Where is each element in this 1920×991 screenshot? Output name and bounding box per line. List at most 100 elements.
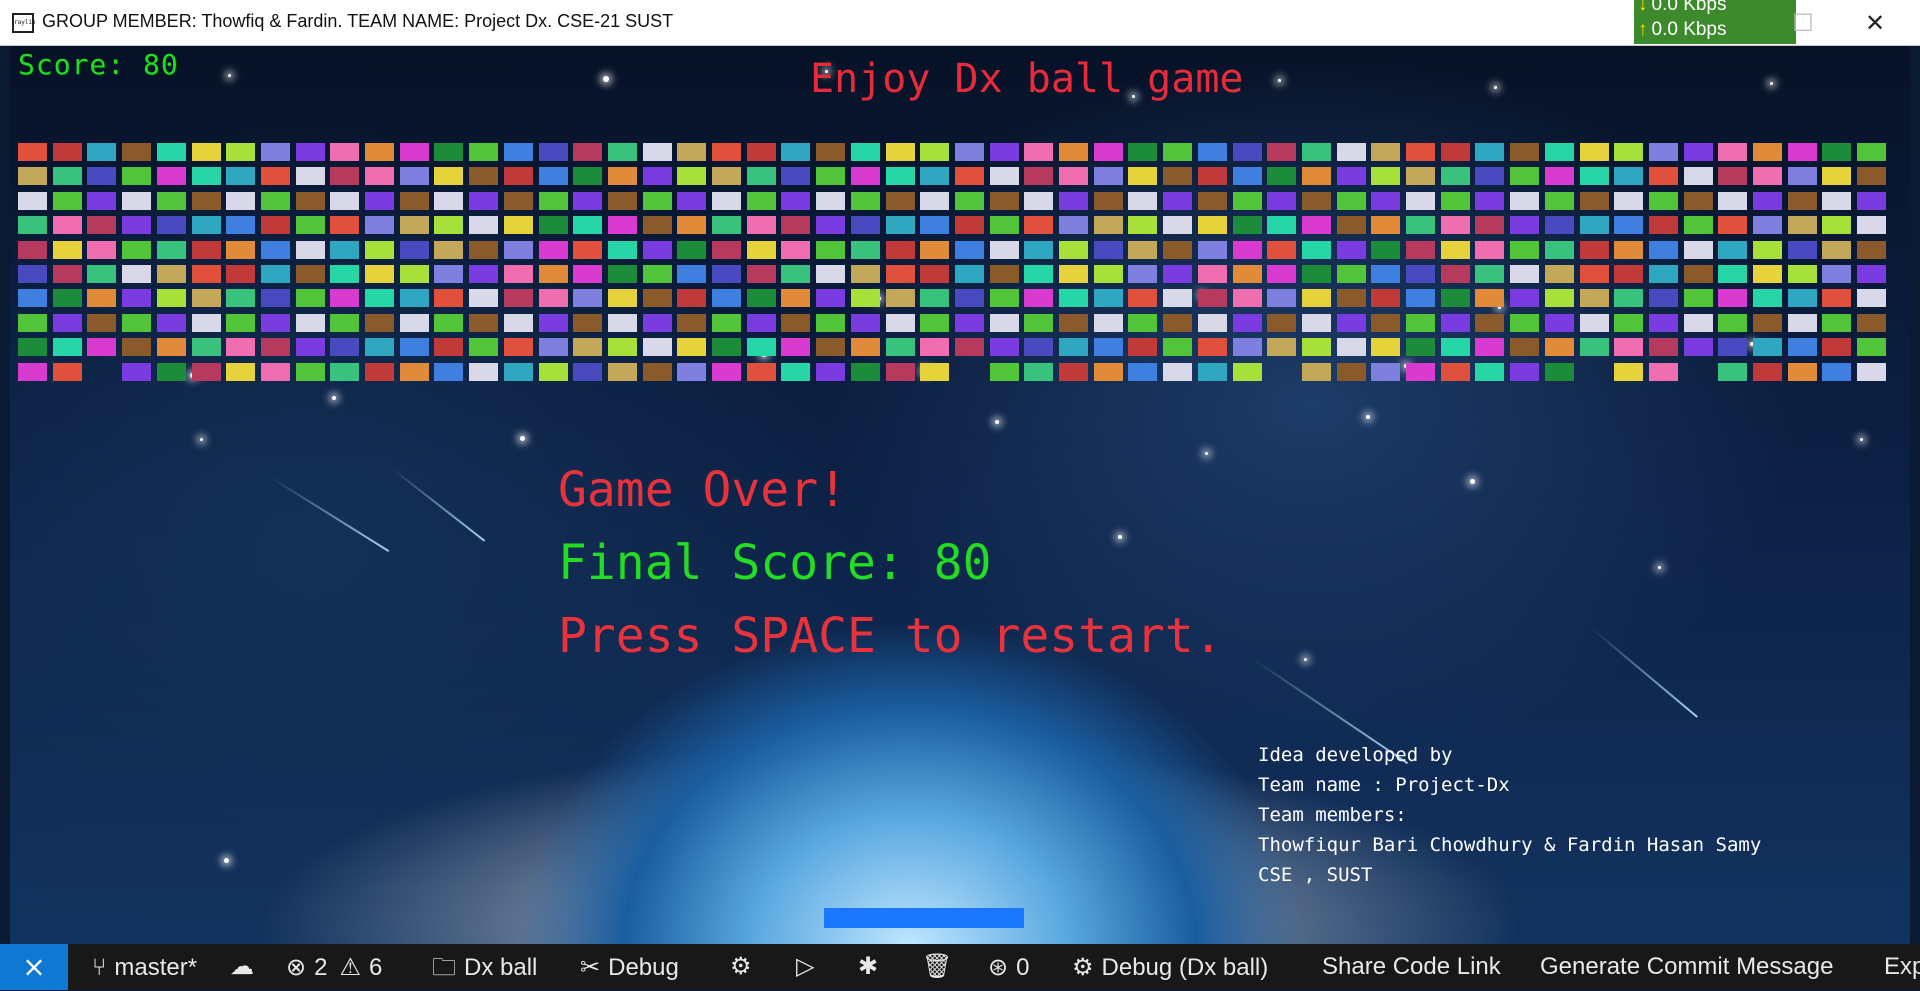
brick xyxy=(1371,314,1400,332)
maximize-icon[interactable]: ☐ xyxy=(1780,6,1826,40)
branch-indicator[interactable]: ⑂ master* xyxy=(92,944,197,990)
brick xyxy=(1441,216,1470,234)
brick xyxy=(469,363,498,381)
brick xyxy=(1059,216,1088,234)
brick xyxy=(1094,143,1123,161)
credits-line: Thowfiqur Bari Chowdhury & Fardin Hasan … xyxy=(1258,834,1762,856)
trash-icon[interactable]: 🗑 xyxy=(922,944,952,990)
paddle[interactable] xyxy=(824,908,1024,928)
brick xyxy=(330,265,359,283)
brick xyxy=(1788,167,1817,185)
sync-icon[interactable]: ☁ xyxy=(230,944,254,990)
brick xyxy=(886,167,915,185)
debug-icon[interactable]: ✱ xyxy=(858,944,878,990)
brick xyxy=(1857,192,1886,210)
brick xyxy=(1788,265,1817,283)
brick xyxy=(920,289,949,307)
debug-target[interactable]: ⚙ Debug (Dx ball) xyxy=(1072,944,1268,990)
brick xyxy=(1614,363,1643,381)
brick xyxy=(434,167,463,185)
brick xyxy=(608,167,637,185)
brick xyxy=(157,167,186,185)
brick xyxy=(1094,265,1123,283)
brick xyxy=(400,241,429,259)
star xyxy=(1304,658,1307,661)
brick xyxy=(886,265,915,283)
brick xyxy=(1128,363,1157,381)
brick xyxy=(1475,363,1504,381)
run-icon[interactable]: ▷ xyxy=(796,944,814,990)
brick xyxy=(1337,363,1366,381)
game-over-message: Game Over! xyxy=(558,462,847,518)
brick xyxy=(1302,265,1331,283)
brick xyxy=(643,143,672,161)
ports-indicator[interactable]: ⊛ 0 xyxy=(988,944,1029,990)
problems-indicator[interactable]: ⊗ 2 ⚠ 6 xyxy=(286,944,382,990)
brick xyxy=(122,265,151,283)
brick xyxy=(677,192,706,210)
brick xyxy=(1059,314,1088,332)
brick xyxy=(1233,241,1262,259)
brick xyxy=(1163,216,1192,234)
brick xyxy=(1024,289,1053,307)
star xyxy=(1118,535,1122,539)
brick xyxy=(1128,216,1157,234)
brick xyxy=(851,363,880,381)
brick xyxy=(816,338,845,356)
remote-indicator-icon[interactable]: ⨯ xyxy=(0,944,68,990)
download-speed: 0.0 Kbps xyxy=(1651,19,1727,40)
brick xyxy=(226,192,255,210)
settings-icon[interactable]: ⚙ xyxy=(730,944,752,990)
brick xyxy=(1545,289,1574,307)
brick xyxy=(1441,314,1470,332)
brick xyxy=(400,143,429,161)
brick xyxy=(365,143,394,161)
brick xyxy=(400,363,429,381)
brick xyxy=(1580,216,1609,234)
project-indicator[interactable]: 🗀 Dx ball xyxy=(432,944,537,990)
brick xyxy=(1857,338,1886,356)
brick xyxy=(261,338,290,356)
game-canvas[interactable]: Score: 80 Enjoy Dx ball game Game Over! … xyxy=(10,46,1910,944)
brick xyxy=(1580,265,1609,283)
brick xyxy=(1545,167,1574,185)
brick xyxy=(1128,241,1157,259)
brick xyxy=(157,289,186,307)
brick xyxy=(1684,314,1713,332)
brick xyxy=(1128,289,1157,307)
brick xyxy=(920,167,949,185)
brick xyxy=(608,314,637,332)
brick xyxy=(1510,241,1539,259)
status-extra[interactable]: Exp xyxy=(1884,944,1920,990)
brick xyxy=(643,241,672,259)
brick xyxy=(1163,143,1192,161)
brick xyxy=(1094,241,1123,259)
close-icon[interactable]: ✕ xyxy=(1852,6,1898,40)
brick xyxy=(712,338,741,356)
raylib-icon: raylib xyxy=(12,13,36,33)
brick xyxy=(18,363,47,381)
brick xyxy=(1857,289,1886,307)
brick xyxy=(1649,265,1678,283)
brick xyxy=(157,265,186,283)
brick xyxy=(747,241,776,259)
brick xyxy=(1302,167,1331,185)
brick xyxy=(886,192,915,210)
brick xyxy=(747,265,776,283)
generate-commit-message[interactable]: Generate Commit Message xyxy=(1540,944,1833,990)
build-config[interactable]: ✂ Debug xyxy=(580,944,679,990)
share-code-link[interactable]: Share Code Link xyxy=(1322,944,1501,990)
brick xyxy=(1580,314,1609,332)
brick xyxy=(920,338,949,356)
brick xyxy=(781,192,810,210)
ports-count: 0 xyxy=(1016,954,1030,981)
brick xyxy=(330,289,359,307)
brick xyxy=(1198,363,1227,381)
brick xyxy=(955,289,984,307)
brick xyxy=(643,265,672,283)
brick xyxy=(1649,289,1678,307)
brick xyxy=(781,241,810,259)
brick xyxy=(504,192,533,210)
brick xyxy=(1233,143,1262,161)
brick xyxy=(1510,363,1539,381)
